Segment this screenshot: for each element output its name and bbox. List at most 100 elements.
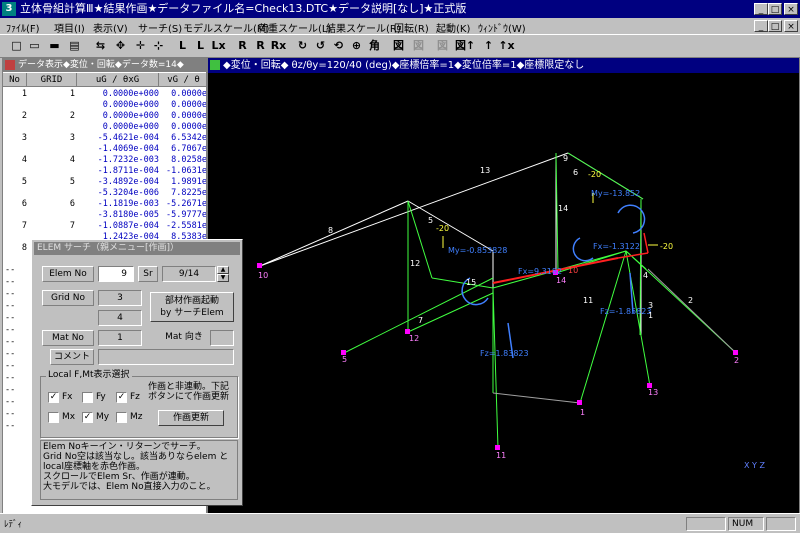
menu-model-scale[interactable]: モデルスケール(M) — [183, 20, 269, 35]
arrow-up-small-icon[interactable]: ↑ — [480, 37, 497, 54]
angle-icon[interactable]: 角 — [366, 37, 383, 54]
member-label: 8 — [328, 226, 333, 235]
check-my[interactable]: ✓ — [82, 412, 93, 423]
menu-load-scale[interactable]: 荷重スケール(L) — [258, 20, 331, 35]
table-cell: 0.0000e — [171, 122, 207, 132]
frame-Rx-icon[interactable]: Rx — [270, 37, 287, 54]
note-line: local座標軸を赤色作画。 — [43, 462, 145, 472]
empty-row-marker: -- — [5, 409, 16, 419]
col-header-ug[interactable]: uG / θxG — [77, 73, 159, 87]
frame-member — [259, 200, 409, 267]
open-folder-icon[interactable]: ▭ — [26, 37, 43, 54]
table-cell: 4 — [69, 155, 75, 165]
arrow-up-icon[interactable]: ↑ — [462, 37, 479, 54]
arrow-up-axis-icon[interactable]: ↑x — [498, 37, 515, 54]
menu-result-scale[interactable]: 結果スケール(R) — [326, 20, 401, 35]
elem-no-input[interactable]: 9 — [98, 266, 134, 282]
check-mx[interactable] — [48, 412, 59, 423]
comment-field[interactable] — [98, 349, 234, 365]
mat-dir-value — [210, 330, 234, 346]
minimize-button[interactable]: _ — [754, 3, 768, 15]
frame-Lx-icon[interactable]: Lx — [210, 37, 227, 54]
table-cell: 0.0000e+000 — [102, 111, 159, 121]
menu-view[interactable]: 表示(V) — [93, 20, 128, 35]
elem-search-dialog[interactable]: ELEM サーチ（親メニュー[作画]） Elem No 9 Sr 9/14 ▲ … — [31, 239, 243, 506]
node-marker — [257, 263, 262, 268]
table-cell: -5.2671e — [166, 199, 207, 209]
status-text: ﾚﾃﾞｨ — [4, 520, 23, 530]
menu-file[interactable]: ﾌｧｲﾙ(F) — [6, 20, 40, 35]
check-mz[interactable] — [116, 412, 127, 423]
mdi-restore-button[interactable]: □ — [768, 20, 782, 32]
save-disk-icon[interactable]: ▬ — [46, 37, 63, 54]
label-fx-b: Fx=9.3182 — [518, 267, 562, 276]
dialog-title[interactable]: ELEM サーチ（親メニュー[作画]） — [34, 242, 240, 255]
print-icon[interactable]: ▤ — [66, 37, 83, 54]
table-cell: 3 — [69, 133, 75, 143]
new-file-icon[interactable]: □ — [8, 37, 25, 54]
sr-spin-up-button[interactable]: ▲ — [217, 266, 229, 274]
graphic-window[interactable]: ◆変位・回転◆ θz/θy=120/40 (deg)◆座標倍率=1◆変位倍率=1… — [207, 57, 800, 514]
mdi-minimize-button[interactable]: _ — [754, 20, 768, 32]
node-label: 13 — [648, 388, 658, 397]
move-small-icon[interactable]: ✛ — [132, 37, 149, 54]
moment-arc — [572, 237, 594, 262]
check-fx[interactable]: ✓ — [48, 392, 59, 403]
check-fz[interactable]: ✓ — [116, 392, 127, 403]
rotate-y-icon[interactable]: ↺ — [312, 37, 329, 54]
node-marker — [495, 445, 500, 450]
menu-rotate[interactable]: 回転(R) — [394, 20, 429, 35]
table-icon[interactable]: 図 — [390, 37, 407, 54]
empty-row-marker: -- — [5, 397, 16, 407]
check-fy[interactable] — [82, 392, 93, 403]
table-cell: 0.0000e — [171, 89, 207, 99]
frame-R-icon[interactable]: R — [234, 37, 251, 54]
update-drawing-button[interactable]: 作画更新 — [158, 410, 224, 426]
mdi-close-button[interactable]: × — [784, 20, 798, 32]
member-label: 10 — [568, 266, 578, 275]
frame-model-canvas[interactable]: My=-13.852 My=-0.853828 Fx=-1.3122 Fx=9.… — [208, 73, 799, 513]
close-button[interactable]: × — [784, 3, 798, 15]
frame-L2-icon[interactable]: L — [192, 37, 209, 54]
frame-R2-icon[interactable]: R — [252, 37, 269, 54]
app-icon[interactable]: 3 — [2, 2, 16, 16]
rotate-z-icon[interactable]: ⟲ — [330, 37, 347, 54]
member-labels: 13 9 8 6 5 12 14 7 4 3 2 15 10 11 1 — [328, 154, 693, 325]
update-hint: 作画と非連動。下記 ボタンにて作画更新 — [148, 382, 230, 402]
node-label: 11 — [496, 451, 506, 460]
origin-icon[interactable]: ⊹ — [150, 37, 167, 54]
table-cell: 0.0000e+000 — [102, 100, 159, 110]
member-label: 7 — [418, 316, 423, 325]
mat-no-value: 1 — [98, 330, 142, 346]
move-cross-icon[interactable]: ✥ — [112, 37, 129, 54]
menu-launch[interactable]: 起動(K) — [436, 20, 470, 35]
title-bar: 3 立体骨組計算Ⅲ★結果作画★データファイル名=Check13.DTC★データ説… — [0, 0, 800, 18]
col-header-vg[interactable]: vG / θ — [159, 73, 206, 87]
table-cell: 0.0000e+000 — [102, 89, 159, 99]
rotate-x-icon[interactable]: ↻ — [294, 37, 311, 54]
axis-indicator: X Y Z — [744, 461, 765, 470]
table-gray-icon[interactable]: 図 — [410, 37, 427, 54]
empty-row-marker: -- — [5, 301, 16, 311]
node-marker — [733, 350, 738, 355]
sr-spin-down-button[interactable]: ▼ — [217, 274, 229, 282]
grid-gray-icon[interactable]: 図 — [434, 37, 451, 54]
frame-L-icon[interactable]: L — [174, 37, 191, 54]
maximize-button[interactable]: □ — [768, 3, 782, 15]
mat-dir-label: Mat 向き — [165, 332, 203, 342]
member-label: 13 — [480, 166, 490, 175]
rotate-3d-icon[interactable]: ⊕ — [348, 37, 365, 54]
table-cell: 2 — [69, 111, 75, 121]
col-header-grid[interactable]: GRID — [27, 73, 77, 87]
notes-box: Elem Noキーイン・リターンでサーチ。 Grid No空は該当なし。該当あり… — [40, 440, 238, 500]
pan-arrow-icon[interactable]: ⇆ — [92, 37, 109, 54]
col-header-no[interactable]: No — [3, 73, 27, 87]
comment-label: コメント — [50, 349, 94, 365]
member-draw-button[interactable]: 部材作画起動 by サーチElem — [150, 292, 234, 322]
table-cell: -1.0631e — [166, 166, 207, 176]
menu-window[interactable]: ｳｨﾝﾄﾞｳ(W) — [478, 20, 526, 35]
empty-row-marker: -- — [5, 349, 16, 359]
deformed-member — [555, 250, 627, 274]
menu-search[interactable]: サーチ(S) — [138, 20, 182, 35]
menu-item[interactable]: 項目(I) — [54, 20, 85, 35]
